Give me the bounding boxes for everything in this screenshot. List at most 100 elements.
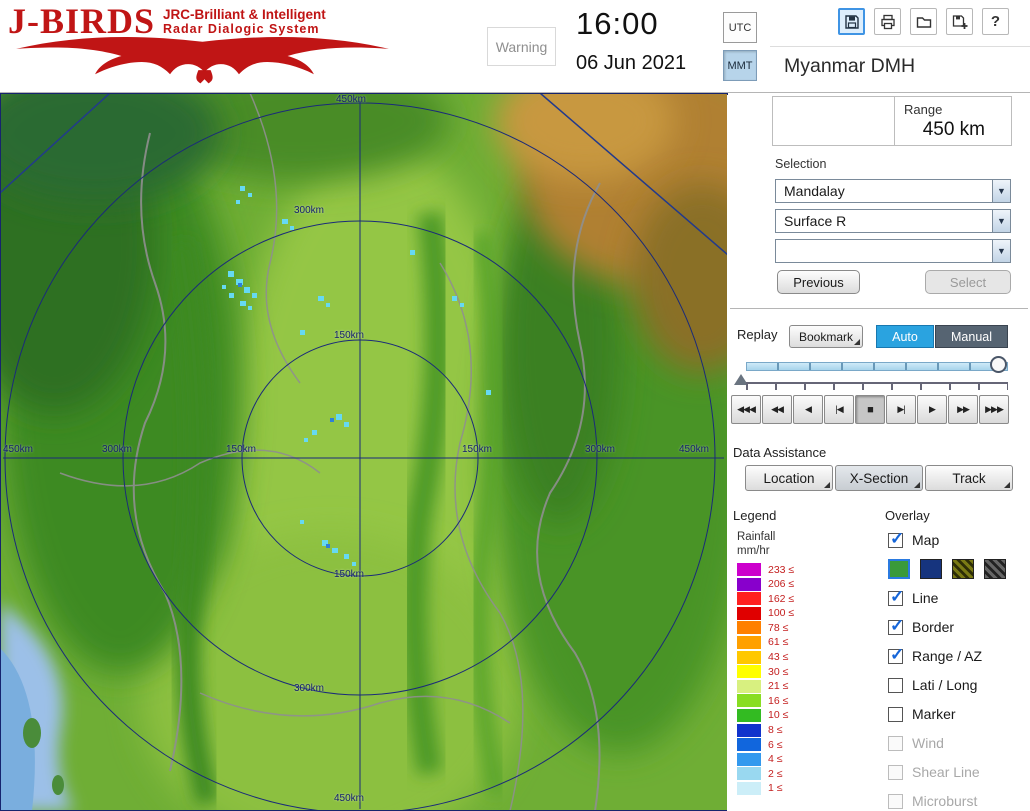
- range-label: 150km: [334, 330, 365, 341]
- skip-to-start-button[interactable]: ◀◀◀: [731, 395, 761, 424]
- play-backward-button[interactable]: ◀: [793, 395, 823, 424]
- legend-row: 43 ≤: [737, 650, 857, 664]
- location-button[interactable]: Location: [745, 465, 833, 491]
- overlay-item-lati-long[interactable]: Lati / Long: [888, 674, 1028, 696]
- legend-row: 10 ≤: [737, 708, 857, 722]
- open-folder-button[interactable]: [910, 8, 937, 35]
- legend-color-swatch: [737, 738, 761, 752]
- stop-button[interactable]: ■: [855, 395, 885, 424]
- help-button[interactable]: ?: [982, 8, 1009, 35]
- checkbox-microburst: [888, 793, 903, 809]
- playback-controls: ◀◀◀ ◀◀ ◀ |◀ ■ ▶| ▶ ▶▶ ▶▶▶: [731, 395, 1009, 424]
- checkbox-line[interactable]: [888, 587, 904, 607]
- map-style-green-swatch[interactable]: [888, 559, 910, 579]
- manual-replay-button[interactable]: Manual: [935, 325, 1008, 348]
- checkbox-marker[interactable]: [888, 706, 903, 722]
- eagle-logo-icon: [16, 36, 389, 84]
- legend-color-swatch: [737, 563, 761, 576]
- map-style-olive-swatch[interactable]: [952, 559, 974, 579]
- checkbox-map[interactable]: [888, 529, 904, 549]
- replay-timeline-track[interactable]: [746, 362, 1008, 371]
- range-display: Range 450 km: [772, 96, 1012, 146]
- legend-row: 78 ≤: [737, 621, 857, 635]
- timeline-ruler: [746, 382, 1008, 390]
- folder-icon: [916, 16, 931, 28]
- range-label: 150km: [462, 444, 493, 455]
- play-button[interactable]: ▶: [917, 395, 947, 424]
- range-label: 450km: [334, 793, 365, 804]
- step-forward-button[interactable]: ▶|: [886, 395, 916, 424]
- checkbox-lati-long[interactable]: [888, 677, 903, 693]
- clock-time: 16:00: [576, 6, 659, 41]
- legend-row: 30 ≤: [737, 665, 857, 679]
- save-button[interactable]: [838, 8, 865, 35]
- skip-to-end-button[interactable]: ▶▶▶: [979, 395, 1009, 424]
- clock-date: 06 Jun 2021: [576, 52, 687, 74]
- legend-color-swatch: [737, 723, 761, 737]
- range-divider: [894, 97, 895, 145]
- corner-expand-icon: [914, 482, 920, 488]
- auto-replay-button[interactable]: Auto: [876, 325, 934, 348]
- overlay-item-marker[interactable]: Marker: [888, 703, 1028, 725]
- radar-map[interactable]: 450km 300km 150km 150km 300km 450km 450k…: [0, 93, 728, 811]
- replay-label: Replay: [737, 327, 778, 342]
- range-label: 300km: [102, 444, 133, 455]
- range-label: 450km: [336, 94, 367, 105]
- warning-indicator[interactable]: Warning: [487, 27, 556, 66]
- overlay-item-border[interactable]: Border: [888, 616, 1028, 638]
- legend-color-swatch: [737, 708, 761, 722]
- legend-color-swatch: [737, 679, 761, 693]
- legend-color-swatch: [737, 635, 761, 649]
- overlay-item-wind: Wind: [888, 732, 1028, 754]
- help-icon: ?: [990, 13, 1001, 30]
- app-subtitle-1: JRC-Brilliant & Intelligent: [163, 7, 326, 22]
- overlay-item-line[interactable]: Line: [888, 587, 1028, 609]
- export-button[interactable]: [946, 8, 973, 35]
- overlay-item-shear-line: Shear Line: [888, 761, 1028, 783]
- legend-row: 100 ≤: [737, 606, 857, 620]
- checkbox-range-az[interactable]: [888, 645, 904, 665]
- chevron-down-icon[interactable]: ▼: [992, 240, 1010, 262]
- legend-unit-line1: Rainfall: [737, 531, 776, 543]
- legend-row: 21 ≤: [737, 679, 857, 693]
- checkbox-border[interactable]: [888, 616, 904, 636]
- x-section-button[interactable]: X-Section: [835, 465, 923, 491]
- extra-dropdown[interactable]: ▼: [775, 239, 1011, 263]
- legend-row: 162 ≤: [737, 592, 857, 606]
- overlay-item-map[interactable]: Map: [888, 529, 1028, 551]
- legend-color-swatch: [737, 650, 761, 664]
- map-style-navy-swatch[interactable]: [920, 559, 942, 579]
- site-dropdown-value: Mandalay: [784, 183, 845, 199]
- range-label: 150km: [334, 569, 365, 580]
- site-dropdown[interactable]: Mandalay ▼: [775, 179, 1011, 203]
- map-style-dark-swatch[interactable]: [984, 559, 1006, 579]
- corner-expand-icon: [824, 482, 830, 488]
- legend-color-swatch: [737, 781, 761, 795]
- range-label: 300km: [585, 444, 616, 455]
- print-button[interactable]: [874, 8, 901, 35]
- control-panel: Range 450 km Selection Mandalay ▼ Surfac…: [728, 93, 1030, 811]
- chevron-down-icon[interactable]: ▼: [992, 210, 1010, 232]
- mmt-toggle-button[interactable]: MMT: [723, 50, 757, 81]
- chevron-down-icon[interactable]: ▼: [992, 180, 1010, 202]
- map-style-swatches: [888, 558, 1028, 580]
- legend-row: 4 ≤: [737, 752, 857, 766]
- utc-toggle-button[interactable]: UTC: [723, 12, 757, 43]
- fast-forward-button[interactable]: ▶▶: [948, 395, 978, 424]
- overlay-item-range-az[interactable]: Range / AZ: [888, 645, 1028, 667]
- fast-rewind-button[interactable]: ◀◀: [762, 395, 792, 424]
- range-label: 300km: [294, 683, 325, 694]
- replay-timeline-handle[interactable]: [990, 356, 1007, 373]
- select-button[interactable]: Select: [925, 270, 1011, 294]
- legend-row: 61 ≤: [737, 635, 857, 649]
- product-dropdown[interactable]: Surface R ▼: [775, 209, 1011, 233]
- range-label-text: Range: [904, 102, 943, 117]
- print-icon: [880, 14, 895, 29]
- legend-color-swatch: [737, 752, 761, 766]
- legend-row: 8 ≤: [737, 723, 857, 737]
- track-button[interactable]: Track: [925, 465, 1013, 491]
- bookmark-button[interactable]: Bookmark: [789, 325, 863, 348]
- step-back-button[interactable]: |◀: [824, 395, 854, 424]
- previous-button[interactable]: Previous: [777, 270, 860, 294]
- warning-label: Warning: [495, 38, 548, 55]
